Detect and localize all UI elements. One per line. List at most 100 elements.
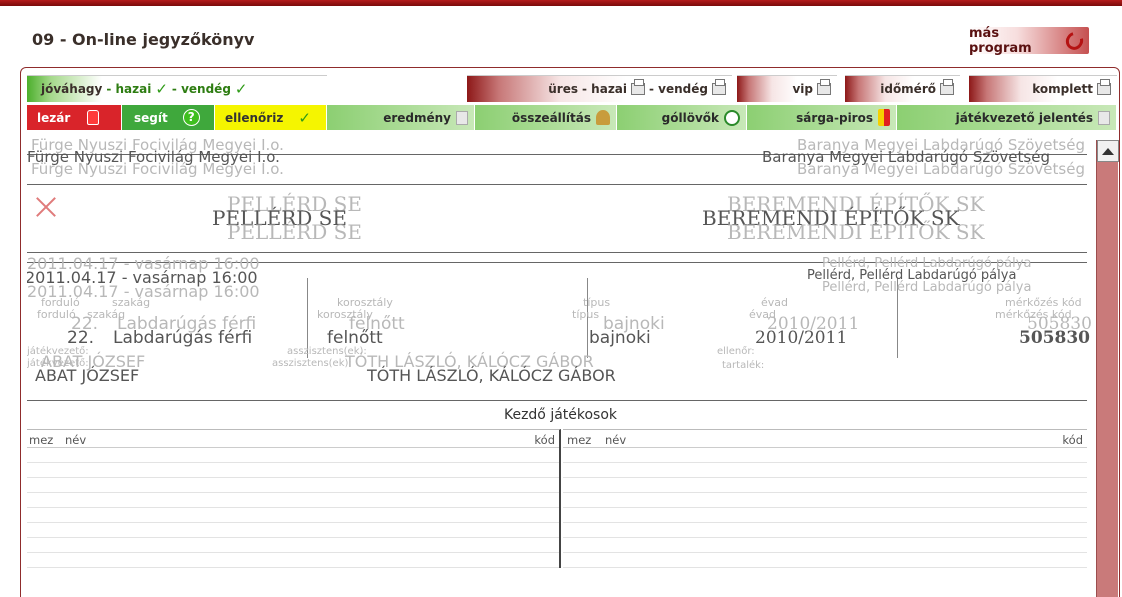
approve-home-label: - hazai xyxy=(106,82,152,96)
referee-report-label: játékvezető jelentés xyxy=(955,110,1093,125)
table-row[interactable] xyxy=(27,448,559,463)
empty-label: üres xyxy=(548,82,579,96)
table-row[interactable] xyxy=(563,493,1087,508)
name-col-header: név xyxy=(605,433,627,447)
vip-label: vip xyxy=(792,82,813,96)
lock-label: lezár xyxy=(37,110,71,125)
away-starters-table: mez név kód xyxy=(563,429,1087,568)
federation-name: Baranya Megyei Labdarúgó Szövetség xyxy=(797,160,1085,178)
table-row[interactable] xyxy=(563,538,1087,553)
complete-label: komplett xyxy=(1032,82,1093,96)
complete-print-button[interactable]: komplett xyxy=(969,75,1117,102)
season-value: 2010/2011 xyxy=(755,328,848,348)
table-header: mez név kód xyxy=(27,430,559,448)
reserve-label: tartalék: xyxy=(722,360,765,371)
match-code-value: 505830 xyxy=(1019,328,1090,348)
code-col-header: kód xyxy=(1062,433,1083,447)
type-label: típus xyxy=(572,308,600,321)
protocol-panel: jóváhagy - hazai ✓ - vendég ✓ üres - haz… xyxy=(20,67,1120,597)
printer-icon xyxy=(1097,79,1111,95)
round-label: forduló xyxy=(37,308,76,321)
assistants-label: asszisztens(ek): xyxy=(272,358,352,369)
document-icon xyxy=(456,110,468,125)
age-value: felnőtt xyxy=(327,328,383,348)
missing-logo-icon xyxy=(35,196,57,218)
approve-label: jóváhagy xyxy=(41,82,103,96)
result-label: eredmény xyxy=(383,110,451,125)
document-icon xyxy=(1098,110,1110,125)
card-icon xyxy=(878,109,890,126)
empty-print-button[interactable]: üres - hazai - vendég xyxy=(467,75,732,102)
vip-print-button[interactable]: vip xyxy=(737,75,837,102)
check-icon: ✓ xyxy=(155,80,168,98)
shirt-col-header: mez xyxy=(29,433,54,447)
table-row[interactable] xyxy=(27,523,559,538)
vertical-scrollbar[interactable] xyxy=(1096,140,1119,597)
table-row[interactable] xyxy=(27,508,559,523)
approve-away-label: - vendég xyxy=(171,82,231,96)
lineup-label: összeállítás xyxy=(511,110,591,125)
table-row[interactable] xyxy=(27,538,559,553)
table-row[interactable] xyxy=(563,523,1087,538)
referee-report-tab[interactable]: játékvezető jelentés xyxy=(897,105,1117,130)
table-row[interactable] xyxy=(563,448,1087,463)
empty-away-label: - vendég xyxy=(649,82,708,96)
scroll-up-arrow-icon[interactable] xyxy=(1097,140,1119,162)
supervisor-label: ellenőr: xyxy=(717,346,755,357)
table-row[interactable] xyxy=(27,478,559,493)
ball-icon xyxy=(724,109,740,126)
scorers-tab[interactable]: góllövők xyxy=(617,105,747,130)
home-starters-table: mez név kód xyxy=(27,429,561,568)
more-program-label: más program xyxy=(969,25,1032,56)
printer-icon xyxy=(631,79,646,95)
toolbar-row-2: lezár segít ? ellenőriz ✓ eredmény össze… xyxy=(27,105,1117,130)
league-name: Fürge Nyuszi Focivilág Megyei I.o. xyxy=(31,160,284,178)
table-row[interactable] xyxy=(563,478,1087,493)
more-program-button[interactable]: más program xyxy=(969,25,1089,56)
help-button[interactable]: segít ? xyxy=(122,105,215,130)
help-icon: ? xyxy=(182,109,200,126)
type-value: bajnoki xyxy=(589,328,651,348)
check-icon: ✓ xyxy=(298,108,311,127)
printer-icon xyxy=(712,79,726,95)
table-header: mez név kód xyxy=(563,430,1087,448)
approve-button[interactable]: jóváhagy - hazai ✓ - vendég ✓ xyxy=(27,75,327,102)
round-value: 22. xyxy=(67,328,95,348)
cards-tab[interactable]: sárga-piros xyxy=(747,105,897,130)
table-row[interactable] xyxy=(27,493,559,508)
timekeeper-label: időmérő xyxy=(880,82,936,96)
printer-icon xyxy=(940,79,954,95)
home-team-name: PELLÉRD SE xyxy=(227,220,362,244)
lineup-tab[interactable]: összeállítás xyxy=(475,105,617,130)
table-row[interactable] xyxy=(27,553,559,568)
name-col-header: név xyxy=(65,433,87,447)
away-team-name: BEREMENDI ÉPÍTŐK SK xyxy=(727,220,985,244)
timekeeper-print-button[interactable]: időmérő xyxy=(845,75,960,102)
table-row[interactable] xyxy=(563,463,1087,478)
scorers-label: góllövők xyxy=(661,110,719,125)
help-label: segít xyxy=(134,110,168,125)
check-button[interactable]: ellenőriz ✓ xyxy=(215,105,327,130)
cards-label: sárga-piros xyxy=(796,110,873,125)
printer-icon xyxy=(817,79,831,95)
assistants-value: TÓTH LÁSZLÓ, KÁLÓCZ GÁBOR xyxy=(367,366,616,385)
table-row[interactable] xyxy=(27,463,559,478)
table-row[interactable] xyxy=(563,553,1087,568)
result-tab[interactable]: eredmény xyxy=(327,105,475,130)
code-col-header: kód xyxy=(534,433,555,447)
table-row[interactable] xyxy=(563,508,1087,523)
venue: Pellérd, Pellérd Labdarúgó pálya xyxy=(822,280,1032,295)
starting-players-title: Kezdő játékosok xyxy=(503,407,618,423)
protocol-preview: Fürge Nyuszi Focivilág Megyei I.o. Fürge… xyxy=(27,138,1094,597)
toolbar-row-1: jóváhagy - hazai ✓ - vendég ✓ üres - haz… xyxy=(27,75,1117,102)
starting-players-section: Kezdő játékosok mez név kód mez név kód xyxy=(27,403,1094,597)
empty-home-label: - hazai xyxy=(582,82,628,96)
class-value: Labdarúgás férfi xyxy=(113,328,253,348)
page-title: 09 - On-line jegyzőkönyv xyxy=(32,30,255,49)
lock-button[interactable]: lezár xyxy=(27,105,122,130)
refresh-icon xyxy=(1062,28,1087,53)
check-icon: ✓ xyxy=(234,80,248,98)
referee-value: ABAT JÓZSEF xyxy=(35,366,140,385)
person-icon xyxy=(596,110,610,125)
lock-icon xyxy=(87,110,100,125)
